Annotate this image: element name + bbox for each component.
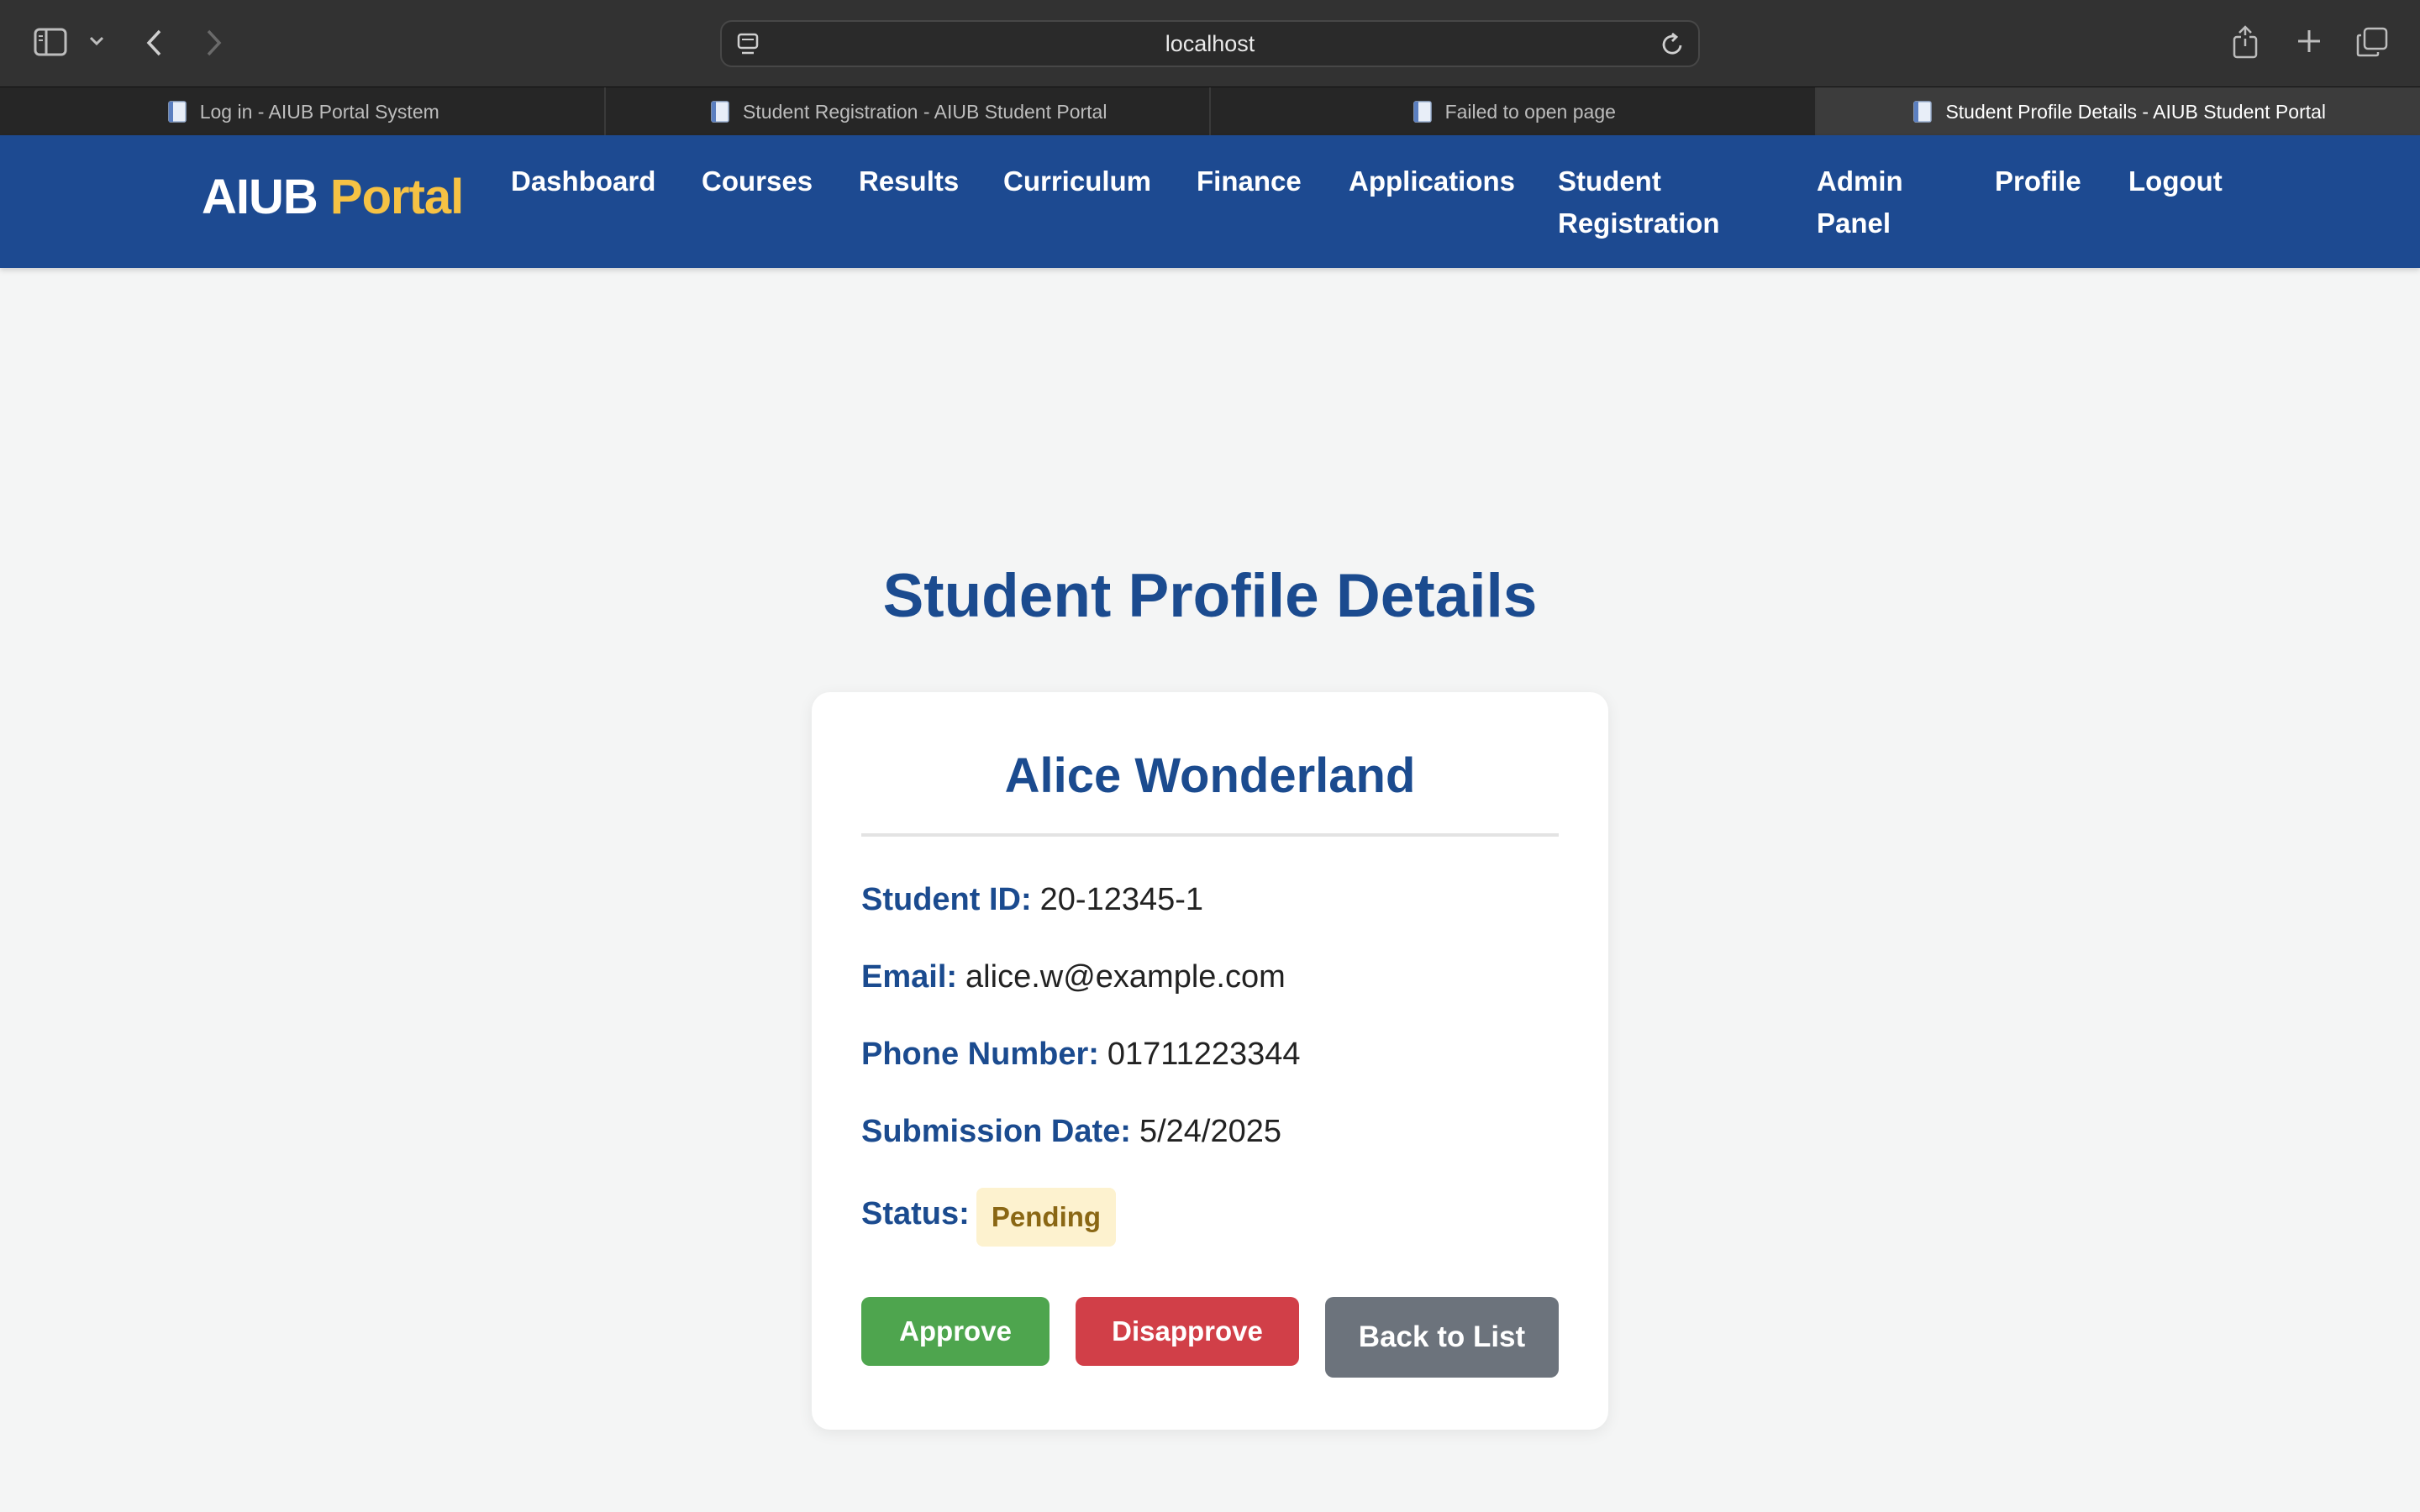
student-name: Alice Wonderland <box>1004 748 1416 803</box>
submission-date-row: Submission Date: 5/24/2025 <box>861 1114 1281 1150</box>
email-value: alice.w@example.com <box>965 959 1286 995</box>
disapprove-button[interactable]: Disapprove <box>1076 1297 1299 1366</box>
brand-logo[interactable]: AIUB Portal <box>202 169 464 225</box>
submission-date-value: 5/24/2025 <box>1139 1114 1282 1149</box>
nav-student-registration[interactable]: Student Registration <box>1558 160 1720 244</box>
nav-finance[interactable]: Finance <box>1197 160 1302 202</box>
nav-label-line: Student <box>1558 165 1661 197</box>
nav-logout[interactable]: Logout <box>2128 160 2223 202</box>
email-row: Email: alice.w@example.com <box>861 959 1286 995</box>
nav-label-line: Panel <box>1817 207 1891 239</box>
tab-overview-icon[interactable] <box>2356 27 2388 57</box>
status-row: Status: <box>861 1196 978 1232</box>
nav-applications[interactable]: Applications <box>1349 160 1515 202</box>
nav-dashboard[interactable]: Dashboard <box>511 160 655 202</box>
nav-courses[interactable]: Courses <box>702 160 813 202</box>
tab-strip: Log in - AIUB Portal System Student Regi… <box>0 87 2420 136</box>
nav-label-line: Registration <box>1558 207 1720 239</box>
browser-tab[interactable]: Student Registration - AIUB Student Port… <box>605 87 1211 136</box>
site-navbar: AIUB Portal Dashboard Courses Results Cu… <box>0 135 2420 268</box>
page-icon <box>711 101 729 123</box>
nav-admin-panel[interactable]: Admin Panel <box>1817 160 1903 244</box>
browser-toolbar: localhost <box>0 0 2420 87</box>
nav-results[interactable]: Results <box>859 160 959 202</box>
browser-tab-active[interactable]: Student Profile Details - AIUB Student P… <box>1816 87 2420 136</box>
tab-title: Failed to open page <box>1444 100 1616 123</box>
approve-button[interactable]: Approve <box>861 1297 1050 1366</box>
status-badge: Pending <box>976 1188 1116 1247</box>
address-bar[interactable]: localhost <box>720 20 1700 67</box>
browser-tab[interactable]: Failed to open page <box>1211 87 1817 136</box>
status-label: Status: <box>861 1196 970 1231</box>
back-to-list-button[interactable]: Back to List <box>1325 1297 1559 1378</box>
submission-date-label: Submission Date: <box>861 1114 1131 1149</box>
tab-title: Student Registration - AIUB Student Port… <box>743 100 1107 123</box>
browser-tab[interactable]: Log in - AIUB Portal System <box>0 87 606 136</box>
brand-main: AIUB <box>202 170 318 224</box>
share-icon[interactable] <box>2231 25 2260 59</box>
reload-icon[interactable] <box>1661 32 1685 61</box>
brand-accent: Portal <box>329 170 464 224</box>
chevron-down-icon[interactable] <box>89 36 104 46</box>
new-tab-icon[interactable] <box>2296 28 2323 55</box>
nav-label-line: Admin <box>1817 165 1903 197</box>
student-id-row: Student ID: 20-12345-1 <box>861 882 1203 918</box>
page-icon <box>1413 101 1432 123</box>
phone-value: 01711223344 <box>1107 1037 1301 1072</box>
profile-card: Alice Wonderland Student ID: 20-12345-1 E… <box>812 692 1608 1430</box>
phone-label: Phone Number: <box>861 1037 1099 1072</box>
phone-row: Phone Number: 01711223344 <box>861 1037 1301 1073</box>
sidebar-toggle-icon[interactable] <box>34 28 67 56</box>
nav-curriculum[interactable]: Curriculum <box>1003 160 1151 202</box>
tab-title: Student Profile Details - AIUB Student P… <box>1945 100 2327 123</box>
student-id-label: Student ID: <box>861 882 1032 917</box>
student-id-value: 20-12345-1 <box>1039 882 1204 917</box>
page-icon <box>1913 101 1933 123</box>
nav-profile[interactable]: Profile <box>1995 160 2081 202</box>
page-icon <box>167 101 187 123</box>
url-text[interactable]: localhost <box>722 22 1698 66</box>
divider <box>861 833 1559 837</box>
email-label: Email: <box>861 959 958 995</box>
page-title: Student Profile Details <box>882 562 1538 630</box>
back-arrow-icon[interactable] <box>145 29 163 57</box>
tab-title: Log in - AIUB Portal System <box>199 100 439 123</box>
forward-arrow-icon[interactable] <box>205 29 224 57</box>
